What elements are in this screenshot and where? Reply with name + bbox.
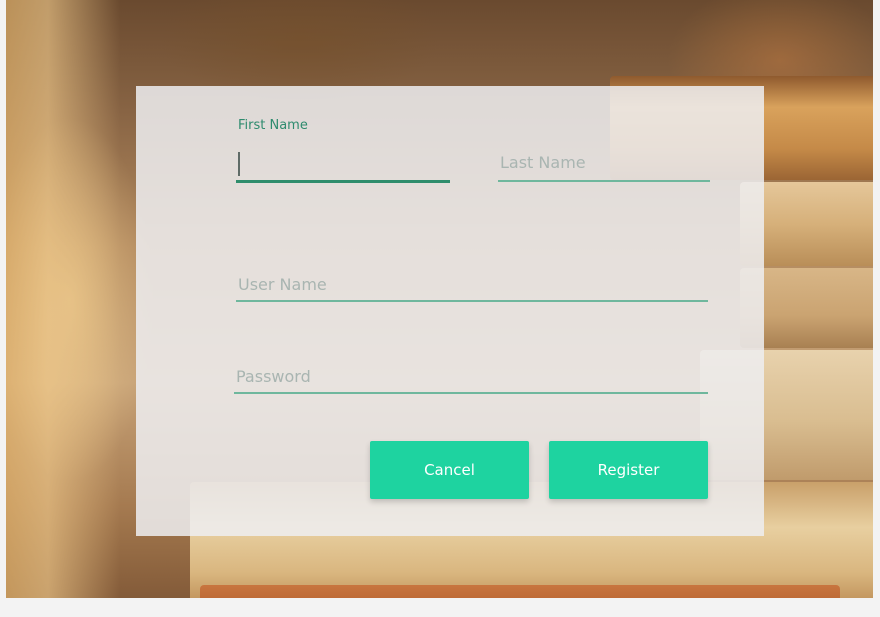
password-input[interactable] — [234, 362, 708, 390]
user-name-input[interactable] — [236, 270, 708, 298]
last-name-underline — [498, 180, 710, 182]
window-edge — [873, 0, 880, 617]
user-name-underline — [236, 300, 708, 302]
background-shelf — [0, 0, 120, 617]
first-name-underline — [236, 180, 450, 183]
register-button[interactable]: Register — [549, 441, 708, 499]
first-name-field: First Name — [236, 118, 450, 186]
password-underline — [234, 392, 708, 394]
text-caret — [238, 152, 240, 176]
registration-form: First Name Cancel Register — [136, 86, 764, 536]
window-edge — [0, 598, 880, 617]
last-name-input[interactable] — [498, 148, 710, 176]
last-name-field — [498, 144, 710, 186]
cancel-button[interactable]: Cancel — [370, 441, 529, 499]
password-field — [234, 358, 708, 398]
first-name-label: First Name — [238, 118, 308, 133]
window-edge — [0, 0, 6, 617]
first-name-input[interactable] — [236, 150, 450, 178]
user-name-field — [236, 266, 708, 306]
